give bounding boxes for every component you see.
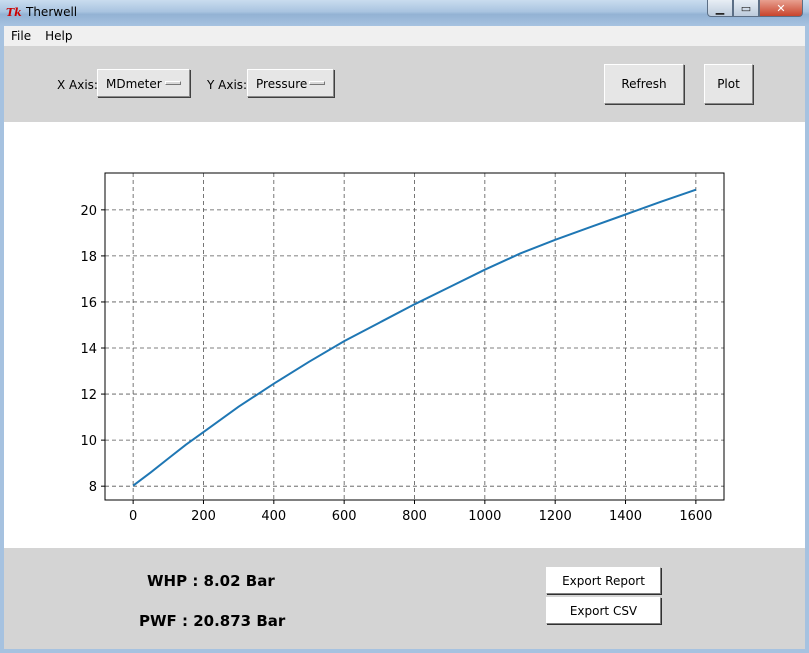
- x-tick-label: 1200: [539, 509, 572, 524]
- y-axis-value: Pressure: [256, 77, 308, 91]
- x-tick-label: 200: [191, 509, 216, 524]
- plot-button[interactable]: Plot: [704, 64, 753, 104]
- window-client: File Help X Axis: MDmeter Y Axis: Pressu…: [4, 26, 805, 649]
- x-tick-label: 400: [261, 509, 286, 524]
- minimize-button[interactable]: ▁: [707, 0, 733, 17]
- app-tk-icon: Tk: [6, 6, 22, 19]
- x-axis-select[interactable]: MDmeter: [97, 69, 190, 97]
- plot-area: 0 200 400 600 800 1000 1200 1400 1600 8 10 12 14 16 18…: [4, 122, 805, 548]
- menu-file[interactable]: File: [4, 26, 38, 46]
- pwf-result: PWF : 20.873 Bar: [139, 612, 286, 630]
- x-tick-label: 800: [402, 509, 427, 524]
- y-tick-label: 8: [89, 480, 97, 495]
- y-tick-label: 14: [80, 342, 97, 357]
- window-controls: ▁ ▭ ✕: [707, 0, 803, 18]
- x-tick-label: 600: [332, 509, 357, 524]
- y-axis-select[interactable]: Pressure: [247, 69, 334, 97]
- tick-layer: 0 200 400 600 800 1000 1200 1400 1600 8 10 12 14 16 18…: [80, 204, 712, 524]
- minimize-icon: ▁: [715, 1, 725, 15]
- window-title: Therwell: [26, 5, 78, 19]
- dropdown-indicator-icon: [165, 81, 181, 85]
- window-frame-right: [805, 26, 809, 653]
- results-panel: WHP : 8.02 Bar PWF : 20.873 Bar Export R…: [4, 548, 805, 649]
- grid-layer: [105, 173, 724, 500]
- maximize-button[interactable]: ▭: [733, 0, 759, 17]
- close-icon: ✕: [776, 1, 786, 15]
- export-csv-button[interactable]: Export CSV: [546, 597, 661, 624]
- x-tick-label: 1600: [679, 509, 712, 524]
- x-tick-label: 0: [129, 509, 137, 524]
- whp-result: WHP : 8.02 Bar: [147, 572, 275, 590]
- export-report-button[interactable]: Export Report: [546, 567, 661, 594]
- x-tick-label: 1000: [468, 509, 501, 524]
- maximize-icon: ▭: [740, 1, 752, 15]
- x-tick-label: 1400: [609, 509, 642, 524]
- pressure-chart: 0 200 400 600 800 1000 1200 1400 1600 8 10 12 14 16 18…: [80, 172, 725, 524]
- title-bar: Tk Therwell ▁ ▭ ✕: [0, 0, 809, 26]
- y-tick-label: 10: [80, 434, 97, 449]
- y-axis-label: Y Axis:: [207, 78, 248, 92]
- y-tick-label: 20: [80, 204, 97, 219]
- dropdown-indicator-icon: [309, 81, 325, 85]
- window-frame-bottom: [0, 649, 809, 653]
- close-button[interactable]: ✕: [759, 0, 803, 17]
- refresh-button[interactable]: Refresh: [604, 64, 684, 104]
- menu-bar: File Help: [4, 26, 805, 46]
- y-tick-label: 16: [80, 296, 97, 311]
- menu-help[interactable]: Help: [38, 26, 79, 46]
- y-tick-label: 12: [80, 388, 97, 403]
- y-tick-label: 18: [80, 250, 97, 265]
- controls-panel: X Axis: MDmeter Y Axis: Pressure Refresh…: [4, 46, 805, 122]
- x-axis-value: MDmeter: [106, 77, 162, 91]
- x-axis-label: X Axis:: [57, 78, 98, 92]
